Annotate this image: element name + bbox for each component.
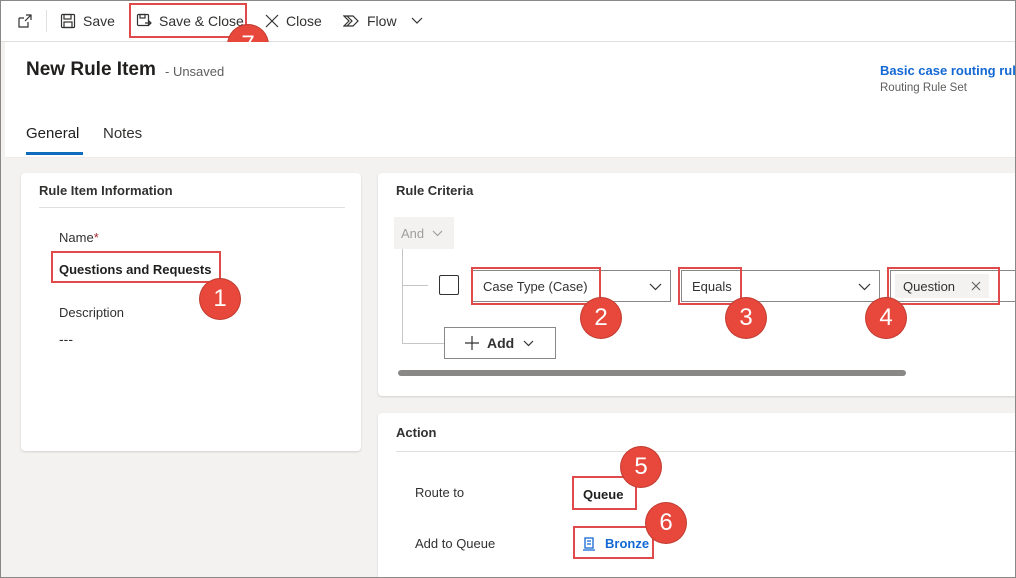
flow-label: Flow [367,13,397,29]
condition-field-value: Case Type (Case) [483,278,588,294]
flow-button[interactable]: Flow [343,0,423,42]
chevron-down-icon [523,340,534,346]
tree-line-add [402,343,446,344]
description-label: Description [59,305,125,320]
section-title-rule-criteria: Rule Criteria [396,183,474,198]
route-to-label: Route to [415,485,465,500]
tree-line-condition [402,285,428,286]
callout-5: 5 [621,447,661,487]
tab-general[interactable]: General [26,125,79,142]
queue-record-icon [583,536,595,551]
remove-value-icon[interactable] [971,281,981,291]
required-marker: * [93,230,99,245]
plus-icon [465,336,479,350]
parent-rule-set-link[interactable]: Basic case routing rule [880,63,1016,78]
callout-4: 4 [866,298,906,338]
name-label-text: Name [59,230,94,245]
add-condition-button[interactable]: Add [444,327,556,359]
save-close-icon [136,13,152,27]
save-label: Save [83,13,115,29]
rule-item-information-section: Rule Item Information Name* Questions an… [21,173,361,451]
condition-operator-value: Equals [692,278,732,294]
group-operator-dropdown[interactable]: And [394,217,454,249]
rule-criteria-section: Rule Criteria And Case Type (Case) Equal… [378,173,1016,396]
callout-3: 3 [726,298,766,338]
action-section: Action Route to Queue Add to Queue Bronz… [378,413,1016,578]
page-title: New Rule Item [26,59,156,80]
horizontal-scrollbar[interactable] [398,370,906,376]
toolbar-divider [46,10,47,32]
condition-checkbox[interactable] [439,275,459,295]
popout-icon [18,14,32,28]
description-field[interactable]: --- [59,331,73,347]
condition-value-text: Question [903,278,956,294]
callout-2: 2 [581,298,621,338]
chevron-down-icon [649,283,662,291]
section-divider [39,207,345,208]
route-to-field[interactable]: Queue [583,487,623,502]
command-bar: Save Save & Close Close Flow [0,0,1016,42]
active-tab-indicator [26,152,83,155]
add-to-queue-label: Add to Queue [415,536,496,551]
condition-value-tag: Question [895,274,990,298]
save-status: - Unsaved [165,64,225,79]
add-to-queue-lookup[interactable]: Bronze [582,536,649,551]
chevron-down-icon [411,17,422,24]
condition-field-dropdown[interactable]: Case Type (Case) [472,270,671,302]
add-to-queue-value: Bronze [605,536,650,551]
save-and-close-label: Save & Close [159,13,244,29]
close-label: Close [286,13,322,29]
name-field[interactable]: Questions and Requests [59,262,211,277]
close-button[interactable]: Close [265,0,322,42]
callout-1: 1 [200,279,240,319]
condition-operator-dropdown[interactable]: Equals [681,270,880,302]
form-header: New Rule Item - Unsaved Basic case routi… [5,42,1016,158]
name-label: Name* [59,230,99,245]
parent-entity-type: Routing Rule Set [880,82,967,94]
close-icon [265,14,279,28]
tab-notes[interactable]: Notes [103,125,142,142]
add-label: Add [487,335,515,351]
section-title-rule-item-info: Rule Item Information [39,183,173,198]
section-title-action: Action [396,425,437,440]
chevron-down-icon [858,283,871,291]
section-divider [396,451,1016,452]
chevron-down-icon [432,230,443,236]
flow-icon [343,15,359,27]
save-icon [60,13,76,29]
group-operator-value: And [401,225,425,241]
save-button[interactable]: Save [60,0,115,42]
condition-value-field[interactable]: Question [890,270,1016,302]
save-and-close-button[interactable]: Save & Close [136,0,244,42]
popout-button[interactable] [17,0,33,42]
callout-6: 6 [646,503,686,543]
tree-line-vertical [402,249,403,343]
